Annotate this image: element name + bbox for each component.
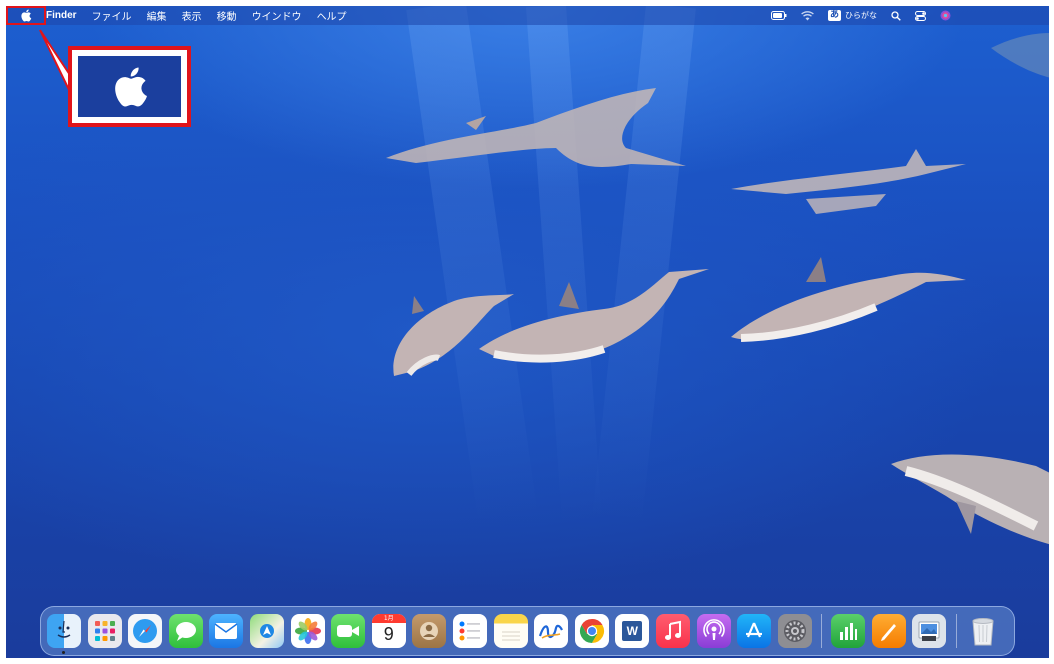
app-store-a-icon <box>746 622 763 638</box>
map-pin-icon <box>259 624 274 638</box>
menu-edit[interactable]: 編集 <box>147 8 167 23</box>
podcast-broadcast-icon <box>702 619 725 640</box>
freeform-icon[interactable] <box>534 614 569 648</box>
compass-icon <box>133 619 158 643</box>
apple-logo-icon <box>114 67 147 107</box>
notes-icon[interactable] <box>493 614 528 648</box>
menu-app-name[interactable]: Finder <box>46 10 77 21</box>
menu-items: Finder ファイル 編集 表示 移動 ウインドウ ヘルプ <box>46 6 347 25</box>
dolphin-image <box>479 269 709 363</box>
running-indicator <box>62 651 65 654</box>
system-settings-icon[interactable] <box>777 614 812 648</box>
launchpad-grid-icon <box>94 621 115 641</box>
dolphin-image <box>991 33 1049 78</box>
finder-face-icon <box>57 620 71 638</box>
podcasts-icon[interactable] <box>696 614 731 648</box>
dolphin-image <box>731 257 966 342</box>
app-store-icon[interactable] <box>737 614 772 648</box>
calendar-icon[interactable]: 1月 9 <box>371 614 406 648</box>
dock-separator <box>956 614 958 648</box>
siri-icon[interactable] <box>940 10 951 21</box>
dolphin-image <box>386 88 686 167</box>
music-icon[interactable] <box>655 614 690 648</box>
apple-logo-icon <box>21 9 32 22</box>
chrome-icon[interactable] <box>574 614 609 648</box>
photos-flower-icon <box>294 618 321 644</box>
menu-help[interactable]: ヘルプ <box>317 8 347 23</box>
calendar-month: 1月 <box>371 614 406 623</box>
video-camera-icon <box>337 625 360 637</box>
battery-icon[interactable] <box>770 11 787 20</box>
pages-icon[interactable] <box>871 614 906 648</box>
notepad-icon <box>501 631 520 641</box>
pen-icon <box>880 624 896 641</box>
menu-go[interactable]: 移動 <box>217 8 237 23</box>
calendar-day: 9 <box>383 624 394 644</box>
person-icon <box>420 622 439 640</box>
spotlight-search-icon[interactable] <box>891 10 901 21</box>
music-note-icon <box>664 620 681 640</box>
mail-icon[interactable] <box>209 614 244 648</box>
apple-menu-button[interactable] <box>6 6 46 25</box>
menu-file[interactable]: ファイル <box>92 8 132 23</box>
dolphin-image <box>891 454 1049 545</box>
checklist-icon <box>459 621 480 641</box>
control-center-icon[interactable] <box>915 10 926 21</box>
contacts-icon[interactable] <box>412 614 447 648</box>
status-menus: あ ひらがな <box>770 6 951 25</box>
callout-zoom-box <box>68 46 191 127</box>
trash-icon[interactable] <box>966 614 1000 648</box>
envelope-icon <box>214 623 238 639</box>
callout-zoom-inner <box>78 56 181 117</box>
trash-can-icon <box>972 618 994 646</box>
photo-stack-icon <box>918 621 940 641</box>
menu-view[interactable]: 表示 <box>182 8 202 23</box>
chrome-logo-icon <box>579 619 604 643</box>
reminders-icon[interactable] <box>452 614 487 648</box>
word-letter: W <box>622 621 643 641</box>
input-method-menu[interactable]: あ ひらがな <box>827 10 877 21</box>
numbers-icon[interactable] <box>831 614 866 648</box>
ime-badge: あ <box>827 10 841 21</box>
ime-label: ひらがな <box>845 11 877 20</box>
dock: 1月 9 W <box>40 606 1015 656</box>
photos-icon[interactable] <box>290 614 325 648</box>
menu-window[interactable]: ウインドウ <box>252 8 302 23</box>
launchpad-icon[interactable] <box>87 614 122 648</box>
preview-icon[interactable] <box>912 614 947 648</box>
menu-bar: Finder ファイル 編集 表示 移動 ウインドウ ヘルプ あ ひらがな <box>6 6 1049 25</box>
gear-icon <box>783 620 806 642</box>
dock-separator <box>821 614 823 648</box>
squiggle-icon <box>539 624 564 639</box>
safari-icon[interactable] <box>128 614 163 648</box>
speech-bubble-icon <box>175 622 196 641</box>
messages-icon[interactable] <box>168 614 203 648</box>
bar-chart-icon <box>840 623 858 640</box>
finder-icon[interactable] <box>47 614 81 654</box>
maps-icon[interactable] <box>249 614 284 648</box>
dolphin-image <box>731 149 966 214</box>
wifi-icon[interactable] <box>801 10 814 21</box>
facetime-icon[interactable] <box>331 614 366 648</box>
word-icon[interactable]: W <box>615 614 650 648</box>
